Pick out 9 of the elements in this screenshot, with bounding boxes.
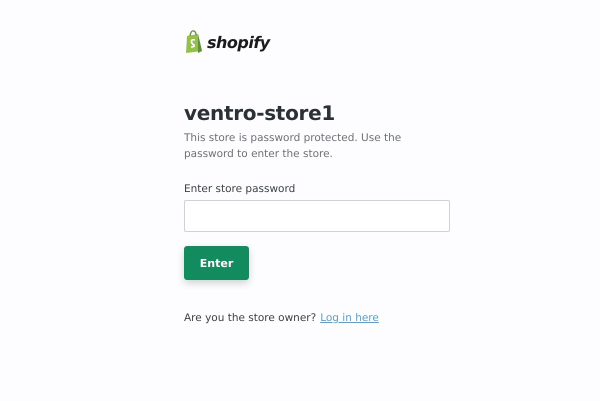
shopping-bag-icon xyxy=(184,30,204,54)
login-link[interactable]: Log in here xyxy=(320,312,379,324)
owner-question: Are you the store owner? xyxy=(184,312,316,324)
store-title: ventro-store1 xyxy=(184,101,336,125)
password-field[interactable] xyxy=(184,200,450,232)
enter-button[interactable]: Enter xyxy=(184,246,249,280)
field-label: Enter store password xyxy=(184,182,296,196)
description-text: This store is password protected. Use the password to enter the store. xyxy=(184,131,402,162)
logo-text: shopify xyxy=(207,32,270,52)
